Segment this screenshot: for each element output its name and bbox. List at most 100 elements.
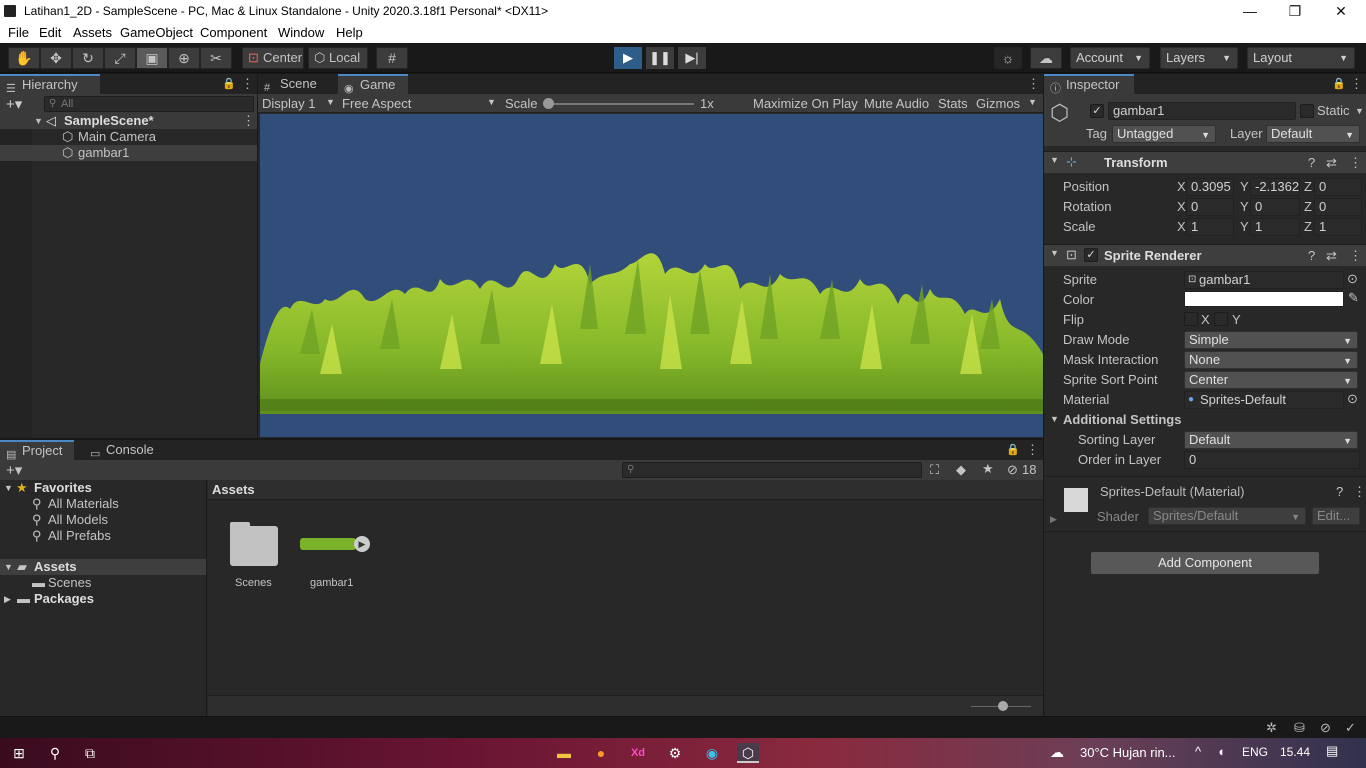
layer-dropdown[interactable]: Default ▼ [1266,125,1360,143]
cache-server-icon[interactable]: ⛁ [1294,720,1305,736]
rotation-z-field[interactable]: 0 [1314,198,1362,216]
task-view-icon[interactable]: ⧉ [79,743,101,763]
kebab-menu-icon[interactable]: ⋮ [1350,76,1363,92]
position-z-field[interactable]: 0 [1314,178,1362,196]
rotate-tool-icon[interactable]: ↻ [72,47,104,69]
weather-text[interactable]: 30°C Hujan rin... [1080,745,1176,760]
chevron-down-icon[interactable]: ▼ [34,113,43,129]
zoom-slider-handle[interactable] [998,701,1008,711]
collab-icon[interactable]: ☼ [994,47,1022,69]
sprite-field[interactable]: ⊡ gambar1 [1184,271,1344,289]
play-icon[interactable]: ▶ [354,536,370,552]
preset-icon[interactable]: ⇄ [1326,155,1337,171]
kebab-menu-icon[interactable]: ⋮ [1349,248,1362,264]
active-checkbox[interactable]: ✓ [1090,104,1104,118]
scenes-folder-row[interactable]: ▬ Scenes [0,575,206,591]
mute-audio-toggle[interactable]: Mute Audio [864,96,929,111]
menu-help[interactable]: Help [336,25,363,40]
adobe-xd-icon[interactable]: Xd [627,743,649,763]
language-indicator[interactable]: ENG [1242,745,1268,759]
object-picker-icon[interactable]: ⊙ [1347,271,1358,287]
firefox-icon[interactable]: ● [590,743,612,763]
flip-y-checkbox[interactable] [1214,312,1228,326]
windows-start-icon[interactable]: ⊞ [8,743,30,763]
search-icon[interactable]: ⚲ [44,743,66,763]
kebab-menu-icon[interactable]: ⋮ [1349,155,1362,171]
unity-taskbar-icon[interactable]: ⬡ [737,743,759,763]
scale-y-field[interactable]: 1 [1250,218,1300,236]
hidden-packages-icon[interactable]: ⊘ [1007,462,1018,478]
aspect-dropdown[interactable]: Free Aspect [342,96,411,111]
tag-dropdown[interactable]: Untagged ▼ [1112,125,1216,143]
grid-snap-icon[interactable]: # [376,47,408,69]
sprite-renderer-enabled-checkbox[interactable]: ✓ [1084,248,1098,262]
layout-dropdown[interactable]: Layout ▼ [1247,47,1355,69]
chevron-down-icon[interactable]: ▼ [1050,414,1059,424]
menu-window[interactable]: Window [278,25,324,40]
lock-icon[interactable]: 🔒 [1332,77,1346,90]
scale-tool-icon[interactable]: ⤢ [104,47,136,69]
position-x-field[interactable]: 0.3095 [1186,178,1234,196]
kebab-menu-icon[interactable]: ⋮ [1353,484,1366,500]
weather-icon[interactable]: ☁ [1050,744,1064,761]
sprite-renderer-header[interactable]: ▼ ⊡ ✓ Sprite Renderer ? ⇄ ⋮ [1044,244,1366,266]
menu-assets[interactable]: Assets [73,25,112,40]
favorite-all-models[interactable]: ⚲ All Models [0,512,206,528]
asset-item-scenes[interactable]: Scenes [222,520,284,590]
game-view[interactable] [260,114,1043,437]
check-icon[interactable]: ✓ [1345,720,1356,736]
sprite-sort-point-dropdown[interactable]: Center ▼ [1184,371,1358,389]
help-icon[interactable]: ? [1336,484,1343,499]
edge-icon[interactable]: ◉ [701,743,723,763]
scale-z-field[interactable]: 1 [1314,218,1362,236]
add-icon[interactable]: +▾ [6,461,22,479]
maximize-on-play-toggle[interactable]: Maximize On Play [753,96,858,111]
add-component-button[interactable]: Add Component [1090,551,1320,575]
settings-gear-icon[interactable]: ⚙ [664,743,686,763]
account-dropdown[interactable]: Account ▼ [1070,47,1150,69]
add-icon[interactable]: +▾ [6,95,22,113]
favorite-all-prefabs[interactable]: ⚲ All Prefabs [0,528,206,544]
hierarchy-item-gambar1[interactable]: ⬡ gambar1 [0,145,257,161]
tab-project[interactable]: ▤ Project [0,440,74,461]
rect-tool-icon[interactable]: ▣ [136,47,168,69]
chevron-down-icon[interactable]: ▼ [1028,97,1037,107]
star-icon[interactable]: ★ [982,461,994,477]
label-icon[interactable]: ◆ [956,462,966,478]
help-icon[interactable]: ? [1308,248,1315,263]
cloud-icon[interactable]: ☁ [1030,47,1062,69]
pivot-local-toggle[interactable]: ⬡ Local [308,47,368,69]
tab-inspector[interactable]: ⓘ Inspector [1044,74,1134,95]
asset-item-gambar1[interactable]: ▶ gambar1 [296,520,376,590]
preset-icon[interactable]: ⇄ [1326,248,1337,264]
display-dropdown[interactable]: Display 1 [262,96,315,111]
breadcrumb-assets[interactable]: Assets [212,482,255,497]
packages-folder-row[interactable]: ▶ ▬ Packages [0,591,206,607]
lock-icon[interactable]: 🔒 [1006,443,1020,456]
notification-icon[interactable]: ▤ [1326,743,1338,759]
filter-type-icon[interactable]: ⛶ [930,462,939,478]
favorite-all-materials[interactable]: ⚲ All Materials [0,496,206,512]
static-checkbox[interactable] [1300,104,1314,118]
draw-mode-dropdown[interactable]: Simple ▼ [1184,331,1358,349]
clock[interactable]: 15.44 [1280,745,1310,759]
menu-component[interactable]: Component [200,25,267,40]
move-tool-icon[interactable]: ✥ [40,47,72,69]
lock-icon[interactable]: 🔒 [222,77,236,90]
pause-button[interactable]: ❚❚ [646,47,674,69]
chevron-up-icon[interactable]: ^ [1195,744,1201,759]
object-picker-icon[interactable]: ⊙ [1347,391,1358,407]
transform-tool-icon[interactable]: ⊕ [168,47,200,69]
layers-dropdown[interactable]: Layers ▼ [1160,47,1238,69]
kebab-menu-icon[interactable]: ⋮ [242,113,255,129]
chevron-down-icon[interactable]: ▼ [1355,106,1364,116]
play-button[interactable]: ▶ [614,47,642,69]
minimize-button[interactable]: — [1230,1,1270,21]
rotation-x-field[interactable]: 0 [1186,198,1234,216]
scene-row[interactable]: ▼ ◁ SampleScene* ⋮ [0,113,257,129]
pivot-center-toggle[interactable]: ⊡ Center [242,47,304,69]
hierarchy-item-main-camera[interactable]: ⬡ Main Camera [0,129,257,145]
tab-console[interactable]: ▭ Console [84,440,164,460]
kebab-menu-icon[interactable]: ⋮ [1026,442,1039,458]
scale-x-field[interactable]: 1 [1186,218,1234,236]
